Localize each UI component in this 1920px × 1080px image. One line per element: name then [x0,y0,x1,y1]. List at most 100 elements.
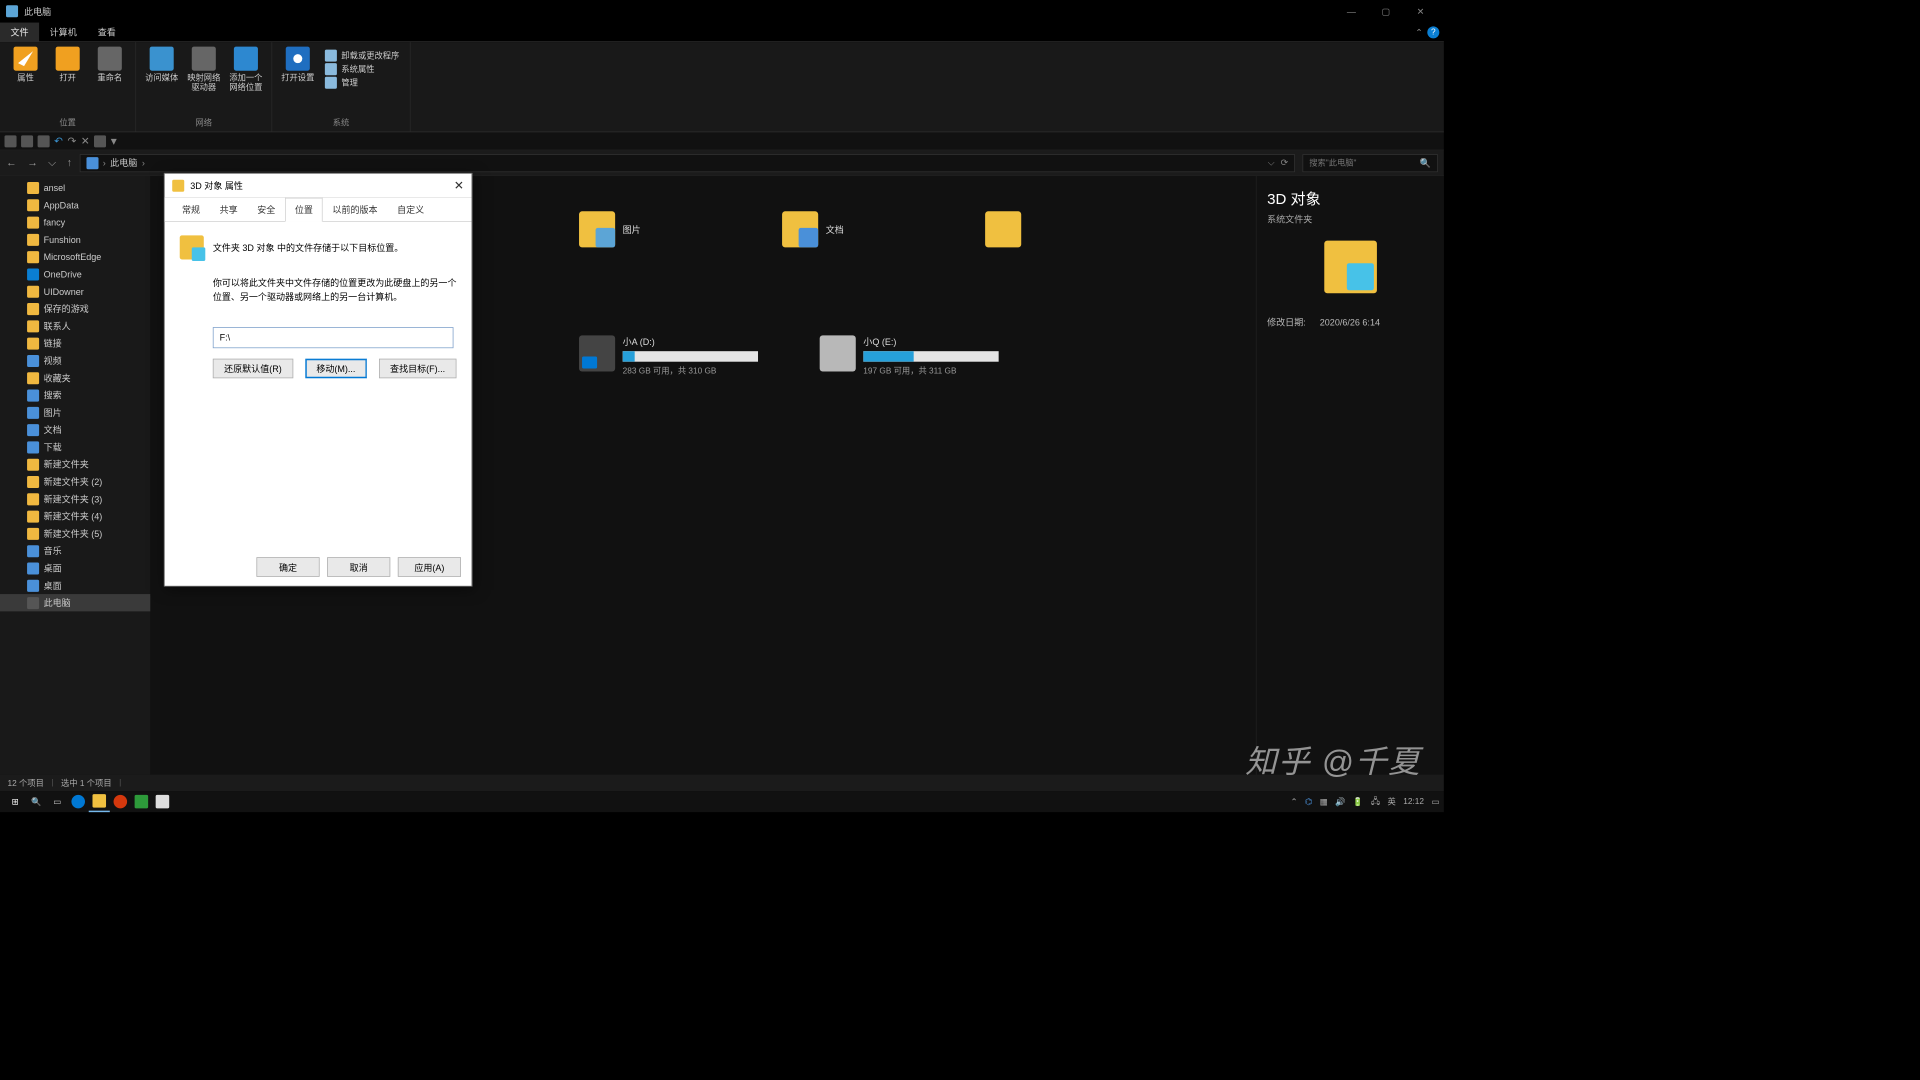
properties-button[interactable]: 属性 [6,47,45,84]
tray-nvidia-icon[interactable]: ▦ [1320,797,1328,807]
sidebar-item[interactable]: 下载 [0,438,150,455]
sidebar-item[interactable]: Funshion [0,231,150,248]
sidebar-item[interactable]: 图片 [0,404,150,421]
sidebar-item[interactable]: OneDrive [0,265,150,282]
cancel-button[interactable]: 取消 [327,557,390,577]
qat-icon-3[interactable] [38,135,50,147]
sidebar-item[interactable]: 联系人 [0,317,150,334]
tray-ime-label[interactable]: 英 [1387,796,1395,808]
dialog-tab[interactable]: 常规 [172,198,210,221]
search-input[interactable] [1309,158,1420,167]
taskbar-app-red[interactable] [110,791,131,812]
taskbar-wechat[interactable] [131,791,152,812]
help-icon[interactable]: ? [1427,26,1439,38]
sidebar-item[interactable]: 新建文件夹 (5) [0,525,150,542]
manage-button[interactable]: 管理 [325,77,399,89]
ok-button[interactable]: 确定 [256,557,319,577]
folder-tile[interactable]: 文档 [782,207,955,252]
map-drive-button[interactable]: 映射网络驱动器 [184,47,223,94]
qat-menu-icon[interactable]: ▾ [111,133,117,148]
tab-view[interactable]: 查看 [87,23,126,42]
sidebar-item[interactable]: 此电脑 [0,594,150,611]
dropdown-icon[interactable]: ⌵ [1268,157,1275,168]
nav-forward-icon[interactable]: → [27,156,38,169]
sidebar-item[interactable]: 新建文件夹 (4) [0,508,150,525]
taskbar-store[interactable] [152,791,173,812]
sidebar-item[interactable]: 视频 [0,352,150,369]
dialog-tab[interactable]: 共享 [210,198,248,221]
tray-notifications-icon[interactable]: ▭ [1432,797,1440,807]
qat-icon-4[interactable] [94,135,106,147]
sidebar-item[interactable]: 桌面 [0,577,150,594]
breadcrumb-item[interactable]: 此电脑 [110,156,137,169]
search-box[interactable]: 🔍 [1302,154,1437,172]
drive-tile[interactable]: 小Q (E:) 197 GB 可用，共 311 GB [820,335,1031,376]
dialog-tab[interactable]: 位置 [285,198,323,222]
dialog-close-button[interactable]: ✕ [454,178,464,193]
taskbar-search-icon[interactable]: 🔍 [26,791,47,812]
sidebar[interactable]: anselAppDatafancyFunshionMicrosoftEdgeOn… [0,176,150,775]
sidebar-item[interactable]: UIDowner [0,283,150,300]
nav-recent-icon[interactable]: ⌵ [48,156,56,169]
tab-computer[interactable]: 计算机 [39,23,87,42]
refresh-icon[interactable]: ⟳ [1281,157,1289,168]
rename-button[interactable]: 重命名 [90,47,129,84]
open-button[interactable]: 打开 [48,47,87,84]
dialog-tab[interactable]: 自定义 [387,198,434,221]
sidebar-item[interactable]: 搜索 [0,387,150,404]
qat-icon[interactable] [5,135,17,147]
find-target-button[interactable]: 查找目标(F)... [379,359,457,379]
breadcrumb[interactable]: › 此电脑 › ⌵ ⟳ [79,154,1295,172]
folder-tile[interactable] [985,207,1158,252]
sidebar-item[interactable]: 新建文件夹 [0,456,150,473]
sidebar-item[interactable]: 文档 [0,421,150,438]
taskbar-edge[interactable] [68,791,89,812]
nav-up-icon[interactable]: ↑ [67,156,72,169]
sidebar-item[interactable]: 音乐 [0,542,150,559]
tab-file[interactable]: 文件 [0,23,39,42]
folder-tile[interactable]: 图片 [579,207,752,252]
apply-button[interactable]: 应用(A) [398,557,461,577]
minimize-button[interactable]: — [1334,0,1369,23]
tray-network-icon[interactable]: 🖧 [1371,794,1380,808]
start-button[interactable]: ⊞ [5,791,26,812]
sidebar-item[interactable]: ansel [0,179,150,196]
uninstall-programs-button[interactable]: 卸载或更改程序 [325,50,399,62]
tray-battery-icon[interactable]: 🔋 [1353,797,1363,807]
access-media-button[interactable]: 访问媒体 [142,47,181,84]
sidebar-item[interactable]: 保存的游戏 [0,300,150,317]
location-input[interactable] [213,327,454,348]
sidebar-item[interactable]: 链接 [0,335,150,352]
sidebar-item[interactable]: 桌面 [0,559,150,576]
tray-clock[interactable]: 12:12 [1403,797,1424,806]
sidebar-item[interactable]: 新建文件夹 (3) [0,490,150,507]
tray-bluetooth-icon[interactable]: ⌬ [1305,797,1312,807]
chevron-right-icon[interactable]: › [103,158,106,169]
dialog-tab[interactable]: 以前的版本 [323,198,388,221]
drive-tile[interactable]: 小A (D:) 283 GB 可用，共 310 GB [579,335,790,376]
nav-back-icon[interactable]: ← [6,156,17,169]
task-view-icon[interactable]: ▭ [47,791,68,812]
taskbar-explorer[interactable] [89,791,110,812]
system-properties-button[interactable]: 系统属性 [325,63,399,75]
open-settings-button[interactable]: 打开设置 [278,47,317,84]
sidebar-item[interactable]: 收藏夹 [0,369,150,386]
sidebar-item[interactable]: fancy [0,214,150,231]
undo-icon[interactable]: ↶ [54,135,63,148]
ribbon-collapse-icon[interactable]: ⌃ [1415,27,1423,38]
sidebar-item[interactable]: AppData [0,196,150,213]
tray-volume-icon[interactable]: 🔊 [1335,797,1345,807]
restore-default-button[interactable]: 还原默认值(R) [213,359,293,379]
qat-icon-2[interactable] [21,135,33,147]
redo-icon[interactable]: ↷ [67,135,76,148]
close-button[interactable]: ✕ [1403,0,1438,23]
delete-icon[interactable]: ✕ [81,135,90,148]
sidebar-item[interactable]: MicrosoftEdge [0,248,150,265]
move-button[interactable]: 移动(M)... [305,359,367,379]
maximize-button[interactable]: ▢ [1369,0,1404,23]
chevron-right-icon[interactable]: › [142,158,145,169]
add-network-location-button[interactable]: 添加一个网络位置 [226,47,265,94]
tray-chevron-icon[interactable]: ⌃ [1291,797,1298,807]
sidebar-item[interactable]: 新建文件夹 (2) [0,473,150,490]
dialog-tab[interactable]: 安全 [247,198,285,221]
